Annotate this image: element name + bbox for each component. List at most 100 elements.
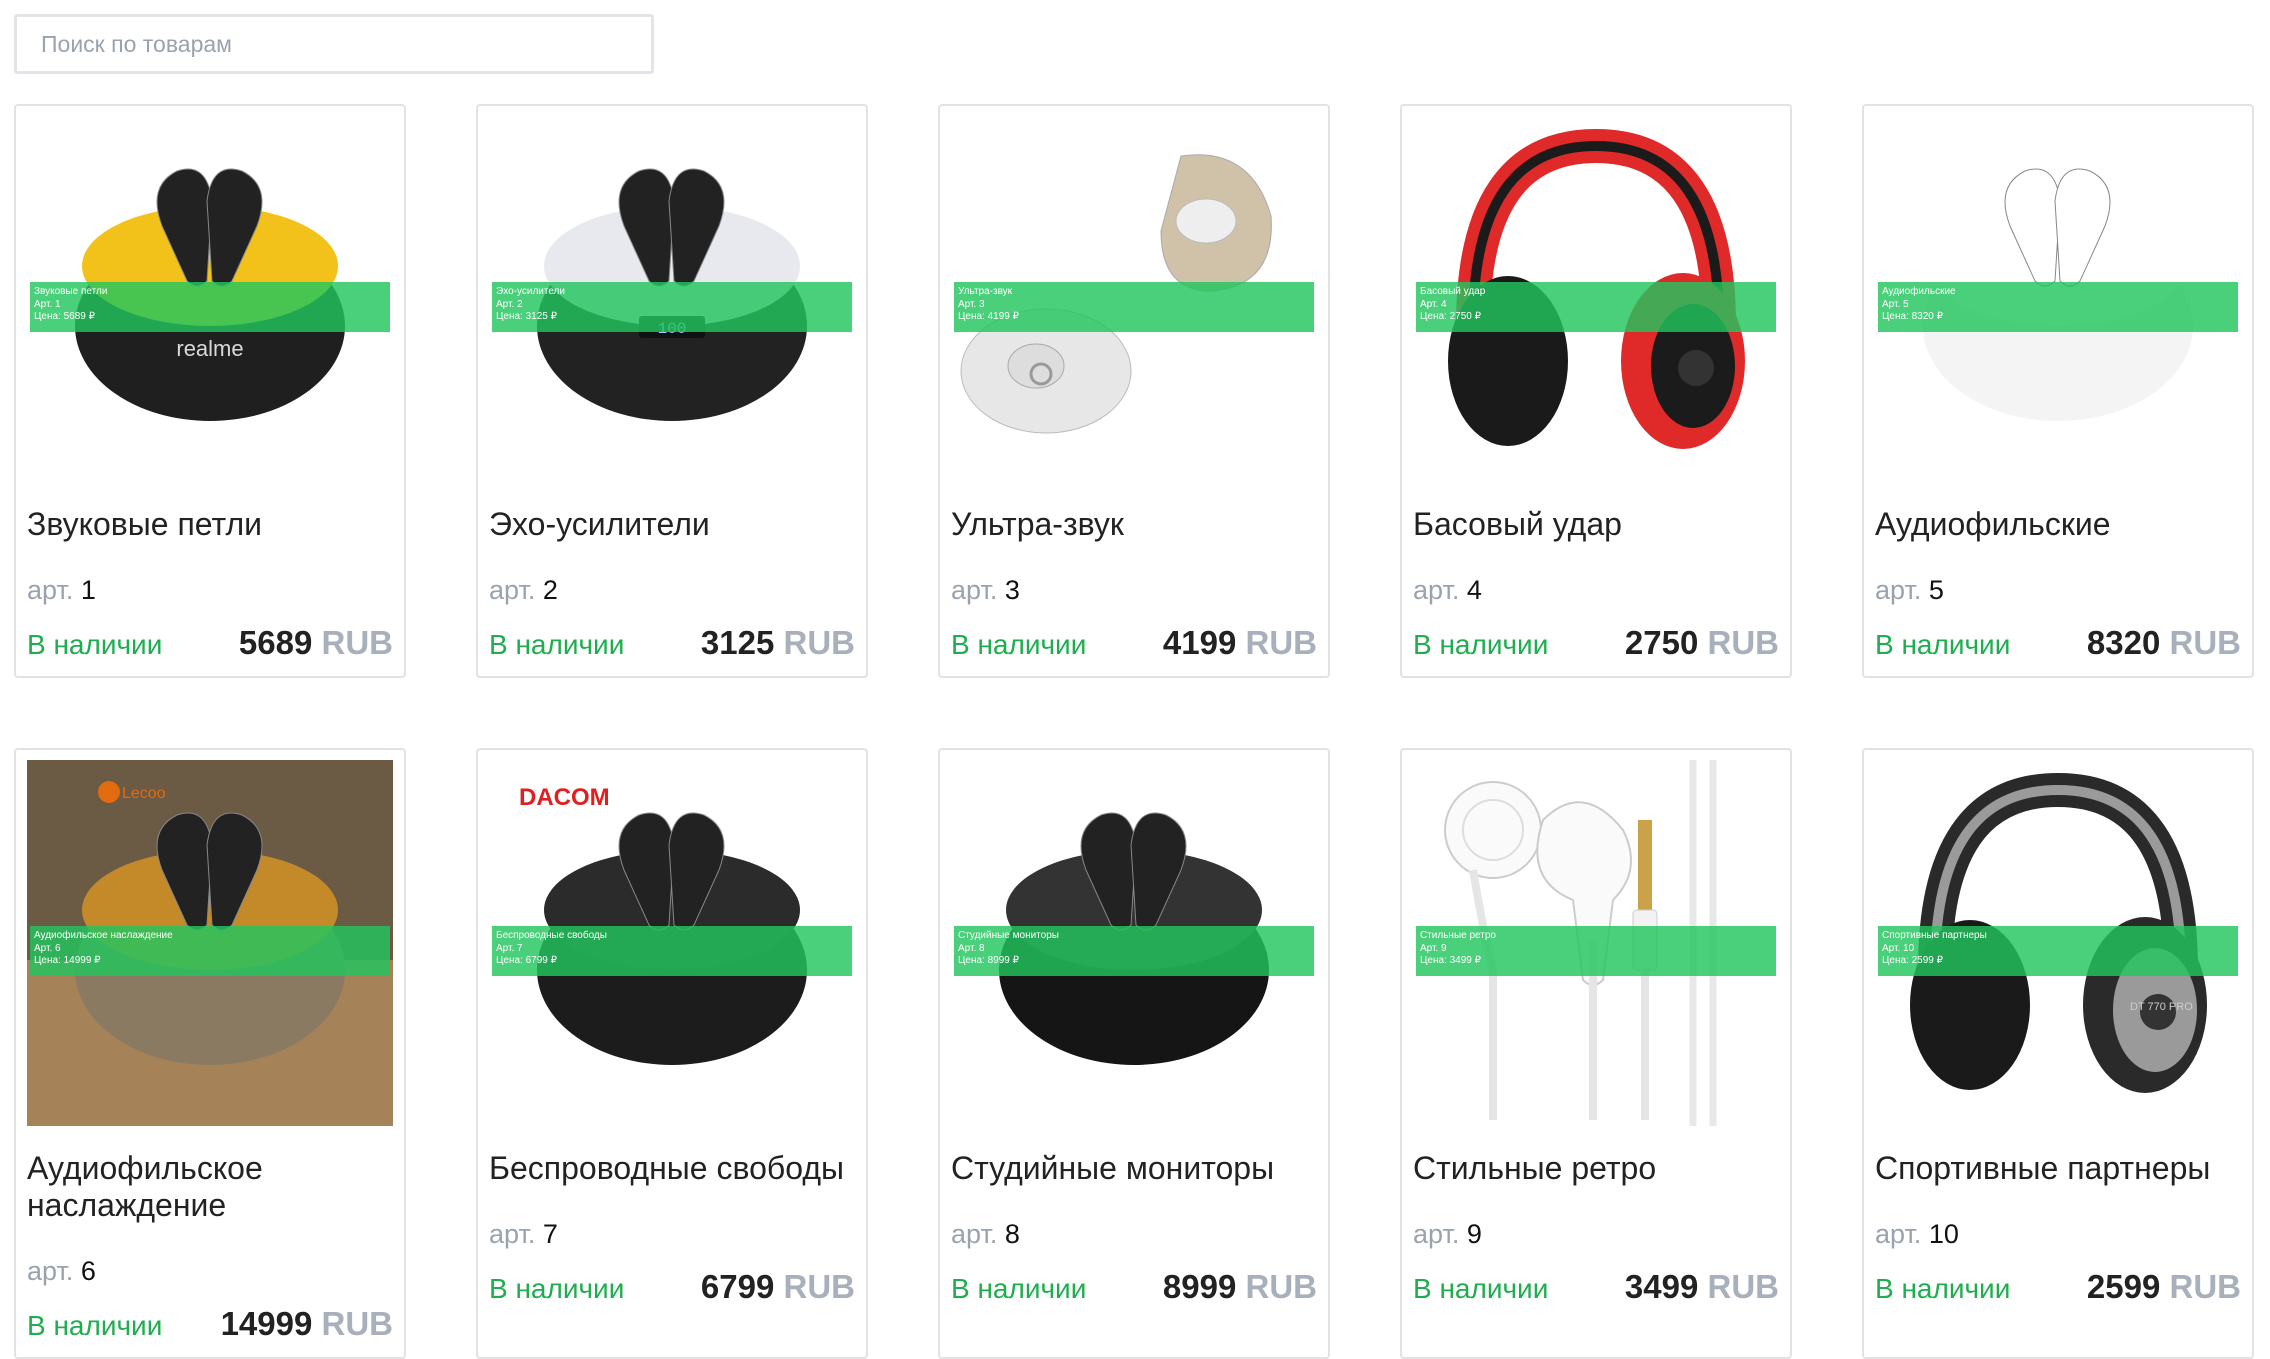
product-sku: арт. 8	[951, 1219, 1317, 1250]
price-currency: RUB	[321, 1305, 394, 1342]
product-sku: арт. 9	[1413, 1219, 1779, 1250]
product-image[interactable]: Басовый удар Арт. 4 Цена: 2750 ₽	[1413, 116, 1779, 482]
product-image[interactable]: DT 770 PRO Спортивные партнеры Арт. 10 Ц…	[1875, 760, 2241, 1126]
sku-label: арт.	[1413, 1219, 1460, 1249]
overlay-sku: Арт. 10	[1882, 942, 1915, 954]
stock-status: В наличии	[27, 1310, 163, 1341]
product-image[interactable]: Ультра-звук Арт. 3 Цена: 4199 ₽	[951, 116, 1317, 482]
stock-status: В наличии	[1413, 1273, 1549, 1304]
overlay-name: Звуковые петли	[34, 286, 108, 297]
brand-logo: Lecoo	[122, 785, 166, 802]
product-card[interactable]: Аудиофильские Арт. 5 Цена: 8320 ₽ Аудиоф…	[1862, 104, 2254, 678]
product-overlay: Эхо-усилители Арт. 2 Цена: 3125 ₽	[492, 282, 852, 332]
product-card[interactable]: Стильные ретро Арт. 9 Цена: 3499 ₽ Стиль…	[1400, 748, 1792, 1359]
price-currency: RUB	[1245, 1268, 1318, 1305]
product-name[interactable]: Спортивные партнеры	[1875, 1150, 2241, 1187]
svg-text:DT 770 PRO: DT 770 PRO	[2130, 1001, 2193, 1013]
sku-label: арт.	[951, 1219, 998, 1249]
product-image[interactable]: Стильные ретро Арт. 9 Цена: 3499 ₽	[1413, 760, 1779, 1126]
price-currency: RUB	[783, 1268, 856, 1305]
product-price: 2599 RUB	[2087, 1268, 2241, 1306]
price-currency: RUB	[321, 624, 394, 661]
price-value: 2750	[1624, 624, 1699, 661]
product-sku: арт. 4	[1413, 575, 1779, 606]
product-card[interactable]: realme Звуковые петли Арт. 1 Цена: 5689 …	[14, 104, 406, 678]
overlay-price: Цена: 5689 ₽	[34, 311, 95, 322]
product-image[interactable]: Студийные мониторы Арт. 8 Цена: 8999 ₽	[951, 760, 1317, 1126]
product-image[interactable]: Lecoo Аудиофильское наслаждение Арт. 6 Ц…	[27, 760, 393, 1126]
product-image[interactable]: realme Звуковые петли Арт. 1 Цена: 5689 …	[27, 116, 393, 482]
price-currency: RUB	[1707, 1268, 1780, 1305]
product-card[interactable]: Ультра-звук Арт. 3 Цена: 4199 ₽ Ультра-з…	[938, 104, 1330, 678]
product-price: 2750 RUB	[1625, 624, 1779, 662]
stock-status: В наличии	[1875, 629, 2011, 660]
sku-label: арт.	[27, 1256, 74, 1286]
product-sku: арт. 7	[489, 1219, 855, 1250]
price-value: 8999	[1162, 1268, 1237, 1305]
product-sku: арт. 2	[489, 575, 855, 606]
overlay-sku: Арт. 5	[1882, 298, 1909, 310]
product-overlay: Беспроводные свободы Арт. 7 Цена: 6799 ₽	[492, 926, 852, 976]
product-price: 4199 RUB	[1163, 624, 1317, 662]
product-card[interactable]: DACOM Беспроводные свободы Арт. 7 Цена: …	[476, 748, 868, 1359]
search-input[interactable]	[14, 14, 654, 74]
product-overlay: Студийные мониторы Арт. 8 Цена: 8999 ₽	[954, 926, 1314, 976]
product-name[interactable]: Аудиофильские	[1875, 506, 2241, 543]
overlay-price: Цена: 3125 ₽	[496, 311, 557, 322]
price-currency: RUB	[1707, 624, 1780, 661]
product-overlay: Спортивные партнеры Арт. 10 Цена: 2599 ₽	[1878, 926, 2238, 976]
product-overlay: Аудиофильские Арт. 5 Цена: 8320 ₽	[1878, 282, 2238, 332]
product-name[interactable]: Басовый удар	[1413, 506, 1779, 543]
overlay-sku: Арт. 9	[1420, 942, 1447, 954]
stock-status: В наличии	[489, 629, 625, 660]
overlay-name: Басовый удар	[1420, 286, 1486, 297]
overlay-name: Аудиофильские	[1882, 286, 1956, 297]
product-card[interactable]: Студийные мониторы Арт. 8 Цена: 8999 ₽ С…	[938, 748, 1330, 1359]
overlay-price: Цена: 8999 ₽	[958, 955, 1019, 966]
product-card[interactable]: Lecoo Аудиофильское наслаждение Арт. 6 Ц…	[14, 748, 406, 1359]
price-currency: RUB	[1245, 624, 1318, 661]
product-card[interactable]: DT 770 PRO Спортивные партнеры Арт. 10 Ц…	[1862, 748, 2254, 1359]
product-name[interactable]: Звуковые петли	[27, 506, 393, 543]
overlay-price: Цена: 6799 ₽	[496, 955, 557, 966]
sku-label: арт.	[1875, 1219, 1922, 1249]
price-value: 14999	[220, 1305, 313, 1342]
product-name[interactable]: Студийные мониторы	[951, 1150, 1317, 1187]
price-value: 5689	[238, 624, 313, 661]
product-card[interactable]: 100 Эхо-усилители Арт. 2 Цена: 3125 ₽ Эх…	[476, 104, 868, 678]
product-overlay: Басовый удар Арт. 4 Цена: 2750 ₽	[1416, 282, 1776, 332]
product-sku: арт. 10	[1875, 1219, 2241, 1250]
overlay-name: Спортивные партнеры	[1882, 930, 1987, 941]
overlay-price: Цена: 2599 ₽	[1882, 955, 1943, 966]
product-name[interactable]: Ультра-звук	[951, 506, 1317, 543]
price-value: 3125	[700, 624, 775, 661]
product-name[interactable]: Эхо-усилители	[489, 506, 855, 543]
stock-status: В наличии	[951, 629, 1087, 660]
product-card[interactable]: Басовый удар Арт. 4 Цена: 2750 ₽ Басовый…	[1400, 104, 1792, 678]
product-image[interactable]: Аудиофильские Арт. 5 Цена: 8320 ₽	[1875, 116, 2241, 482]
overlay-sku: Арт. 7	[496, 942, 523, 954]
sku-value: 1	[80, 575, 96, 605]
sku-value: 2	[542, 575, 558, 605]
sku-value: 9	[1466, 1219, 1482, 1249]
product-name[interactable]: Аудиофильское наслаждение	[27, 1150, 393, 1224]
product-image[interactable]: 100 Эхо-усилители Арт. 2 Цена: 3125 ₽	[489, 116, 855, 482]
product-overlay: Аудиофильское наслаждение Арт. 6 Цена: 1…	[30, 926, 390, 976]
price-currency: RUB	[783, 624, 856, 661]
overlay-name: Стильные ретро	[1420, 930, 1496, 941]
overlay-sku: Арт. 3	[958, 298, 985, 310]
product-name[interactable]: Стильные ретро	[1413, 1150, 1779, 1187]
sku-label: арт.	[489, 1219, 536, 1249]
product-overlay: Ультра-звук Арт. 3 Цена: 4199 ₽	[954, 282, 1314, 332]
product-image[interactable]: DACOM Беспроводные свободы Арт. 7 Цена: …	[489, 760, 855, 1126]
stock-status: В наличии	[489, 1273, 625, 1304]
stock-status: В наличии	[27, 629, 163, 660]
product-name[interactable]: Беспроводные свободы	[489, 1150, 855, 1187]
price-value: 6799	[700, 1268, 775, 1305]
overlay-price: Цена: 14999 ₽	[34, 955, 101, 966]
product-price: 8999 RUB	[1163, 1268, 1317, 1306]
price-value: 4199	[1162, 624, 1237, 661]
product-price: 6799 RUB	[701, 1268, 855, 1306]
product-price: 14999 RUB	[221, 1305, 393, 1343]
brand-logo: DACOM	[519, 784, 610, 811]
